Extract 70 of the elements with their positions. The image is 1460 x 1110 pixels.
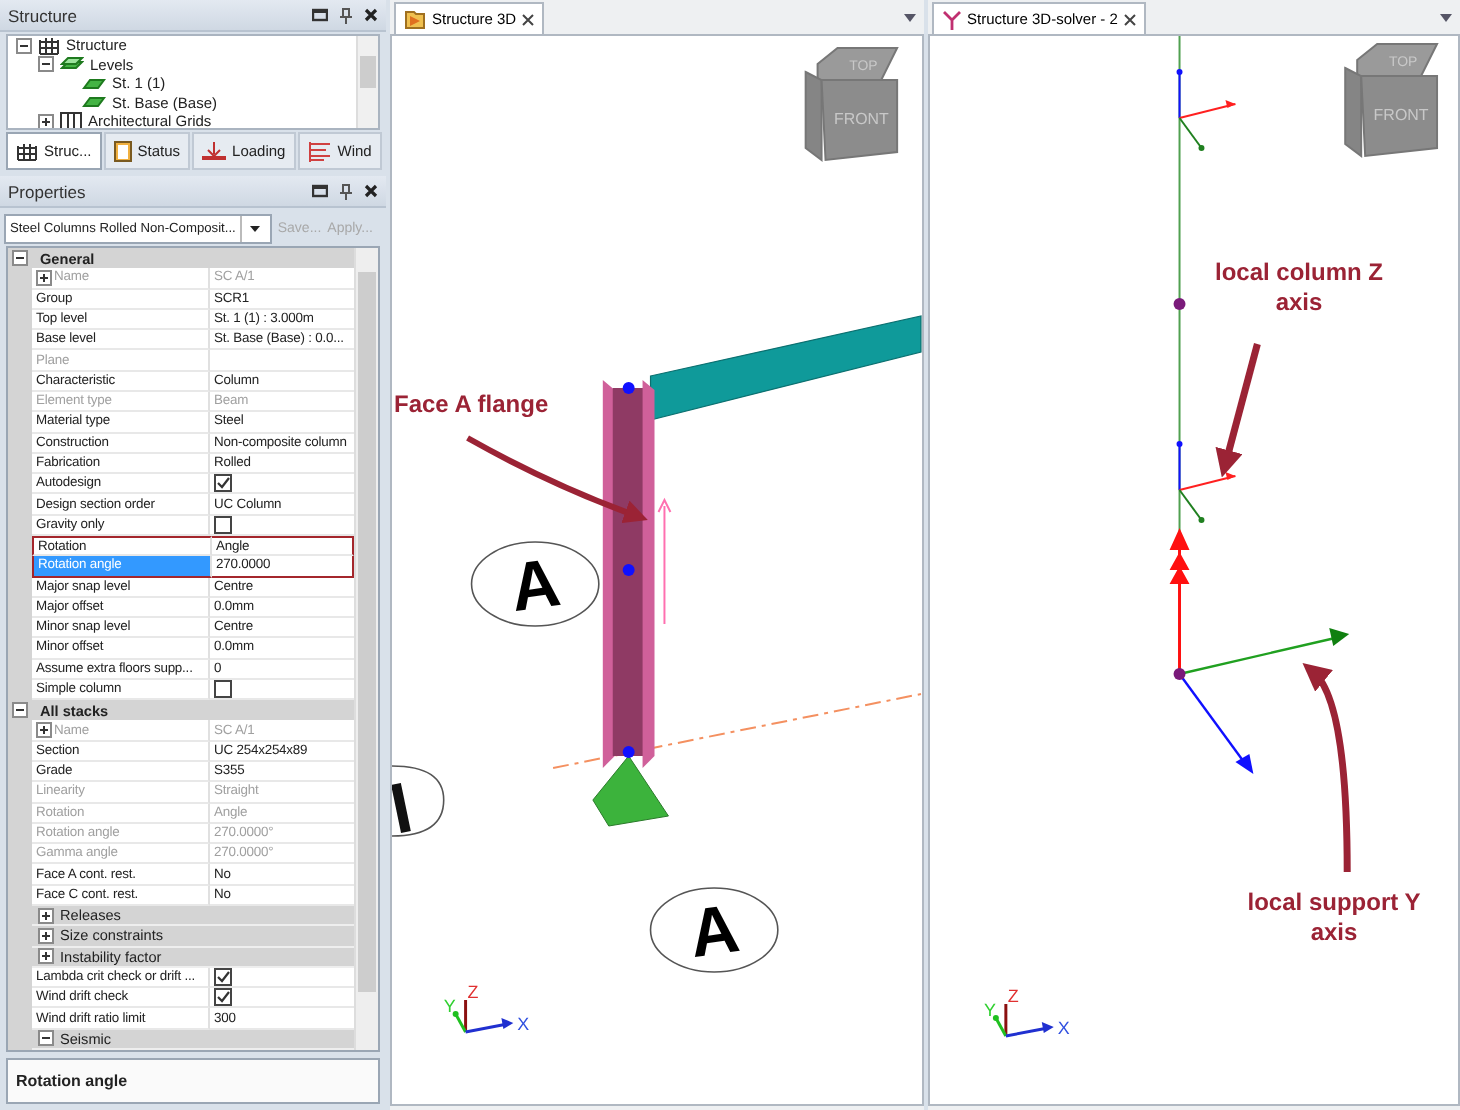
grid-bubble — [649, 887, 779, 973]
caret-icon[interactable] — [903, 14, 915, 22]
axis-label: Z — [467, 981, 479, 1002]
collapse-icon[interactable] — [38, 1030, 54, 1047]
close-icon[interactable] — [1123, 13, 1136, 25]
expand-icon[interactable] — [38, 907, 54, 924]
scrollbar[interactable] — [354, 248, 378, 1050]
caret-icon — [250, 225, 261, 231]
grid-label: A — [506, 544, 565, 628]
collapse-icon[interactable] — [38, 56, 54, 73]
node-dot — [622, 382, 635, 394]
level-icon — [82, 75, 106, 92]
expand-icon[interactable] — [38, 113, 54, 128]
checkbox[interactable] — [214, 988, 232, 1007]
cube-face-label: FRONT — [1372, 106, 1428, 124]
close-icon[interactable] — [364, 8, 378, 22]
axis-label: X — [517, 1013, 530, 1034]
close-icon[interactable] — [364, 184, 378, 198]
caret-icon[interactable] — [1440, 14, 1452, 22]
annotation-label: Face A flange — [394, 390, 549, 420]
pin-icon[interactable] — [340, 7, 352, 23]
grid-icon — [60, 112, 82, 128]
load-icon — [202, 141, 227, 161]
axis-label: Y — [443, 995, 456, 1016]
checkbox[interactable] — [214, 680, 232, 699]
node-dot — [622, 564, 635, 576]
grid-bubble — [392, 765, 445, 837]
annotation-label: local column Z axis — [1212, 258, 1385, 318]
checkbox[interactable] — [214, 474, 232, 493]
node-dot — [622, 746, 635, 758]
panel-title: Structure — [8, 5, 77, 25]
axis-label: X — [1056, 1018, 1069, 1038]
collapse-icon[interactable] — [16, 37, 32, 54]
property-description: Rotation angle — [6, 1058, 380, 1104]
axis-label: Y — [982, 1000, 995, 1020]
direction-arrow — [657, 497, 672, 625]
expand-icon[interactable] — [38, 948, 54, 965]
expand-icon[interactable] — [38, 927, 54, 944]
support-drawing — [592, 755, 669, 827]
axis-triad-icon — [452, 1000, 514, 1034]
collapse-icon[interactable] — [12, 250, 28, 267]
level-icon — [82, 94, 106, 111]
frame-icon — [38, 36, 60, 56]
axis-triad-icon — [991, 1004, 1053, 1038]
levels-icon — [60, 55, 84, 74]
scrollbar[interactable] — [356, 36, 378, 128]
restore-icon[interactable] — [312, 184, 328, 198]
node-dot — [1172, 298, 1185, 310]
view-cube-drawing[interactable] — [1343, 43, 1438, 158]
local-axes-icon — [1175, 69, 1236, 151]
play-folder-icon — [404, 9, 426, 29]
checkbox[interactable] — [214, 967, 232, 986]
annotation-arrow — [1214, 343, 1260, 478]
clipboard-icon — [113, 140, 132, 162]
local-axes-icon — [1175, 441, 1236, 523]
checkbox[interactable] — [214, 515, 232, 534]
wind-icon — [307, 141, 332, 161]
annotation-label: local support Y axis — [1245, 888, 1423, 948]
restore-icon[interactable] — [312, 8, 328, 22]
grid-bubble — [470, 541, 600, 627]
grid-label: A — [685, 890, 744, 974]
close-icon[interactable] — [522, 13, 535, 25]
axis-label: Z — [1006, 986, 1018, 1006]
fork-icon — [941, 9, 961, 29]
collapse-icon[interactable] — [12, 702, 28, 719]
frame-icon — [16, 141, 38, 161]
cube-face-label: FRONT — [833, 109, 889, 128]
panel-title: Properties — [8, 181, 86, 201]
pin-icon[interactable] — [340, 183, 352, 199]
view-cube-drawing[interactable] — [804, 47, 899, 162]
